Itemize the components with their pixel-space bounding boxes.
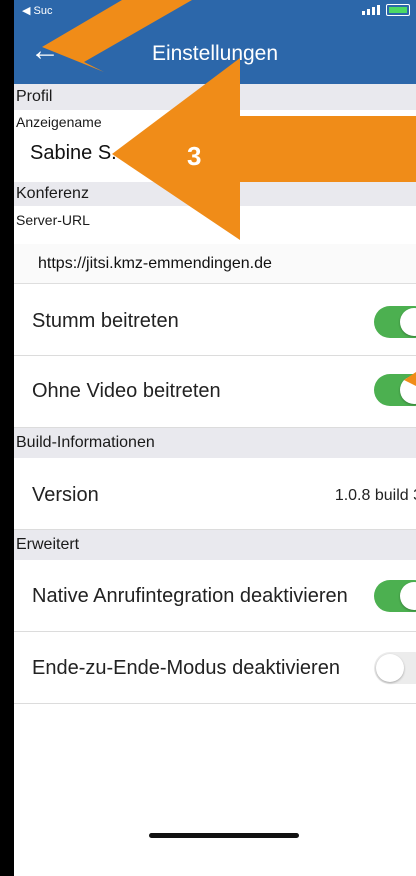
callout-number-label: 3 [187, 141, 202, 171]
toggle-row-no-video: Ohne Video beitreten [14, 356, 416, 428]
status-icons [362, 4, 410, 16]
section-header-profile: Profil [14, 84, 416, 110]
version-value: 1.0.8 build 3 [334, 487, 416, 504]
toggle-row-mute-join: Stumm beitreten [14, 286, 416, 356]
toggle-knob [400, 308, 416, 336]
server-url-label: Server-URL [16, 212, 90, 228]
section-header-conference: Konferenz [14, 182, 416, 206]
toggle-knob [376, 654, 404, 682]
native-call-label: Native Anrufintegration deaktivieren [32, 585, 348, 607]
toggle-row-e2e: Ende-zu-Ende-Modus deaktivieren [14, 632, 416, 704]
toggle-knob [400, 376, 416, 404]
signal-icon [362, 5, 380, 15]
settings-screen: ◀ Suc ← Einstellungen Profil Anzeigename… [14, 0, 416, 876]
mute-join-label: Stumm beitreten [32, 310, 179, 332]
no-video-label: Ohne Video beitreten [32, 380, 221, 402]
display-name-field[interactable]: Sabine S. [30, 142, 117, 165]
status-back-app[interactable]: ◀ Suc [22, 4, 52, 17]
e2e-label: Ende-zu-Ende-Modus deaktivieren [32, 657, 340, 679]
toggle-knob [400, 582, 416, 610]
mute-join-toggle[interactable] [374, 306, 416, 338]
status-bar: ◀ Suc [14, 0, 416, 22]
section-header-build: Build-Informationen [14, 428, 416, 458]
version-row: Version 1.0.8 build 3 [14, 458, 416, 530]
e2e-toggle[interactable] [374, 652, 416, 684]
display-name-label: Anzeigename [16, 114, 102, 130]
page-title: Einstellungen [151, 42, 279, 65]
no-video-toggle[interactable] [374, 374, 416, 406]
app-header: ← Einstellungen [14, 22, 416, 84]
home-indicator[interactable] [149, 833, 299, 838]
battery-icon [386, 4, 410, 16]
native-call-toggle[interactable] [374, 580, 416, 612]
server-url-field[interactable]: https://jitsi.kmz-emmendingen.de [14, 244, 416, 284]
section-header-advanced: Erweitert [14, 530, 416, 560]
version-label: Version [32, 484, 99, 506]
toggle-row-native-call: Native Anrufintegration deaktivieren [14, 560, 416, 632]
